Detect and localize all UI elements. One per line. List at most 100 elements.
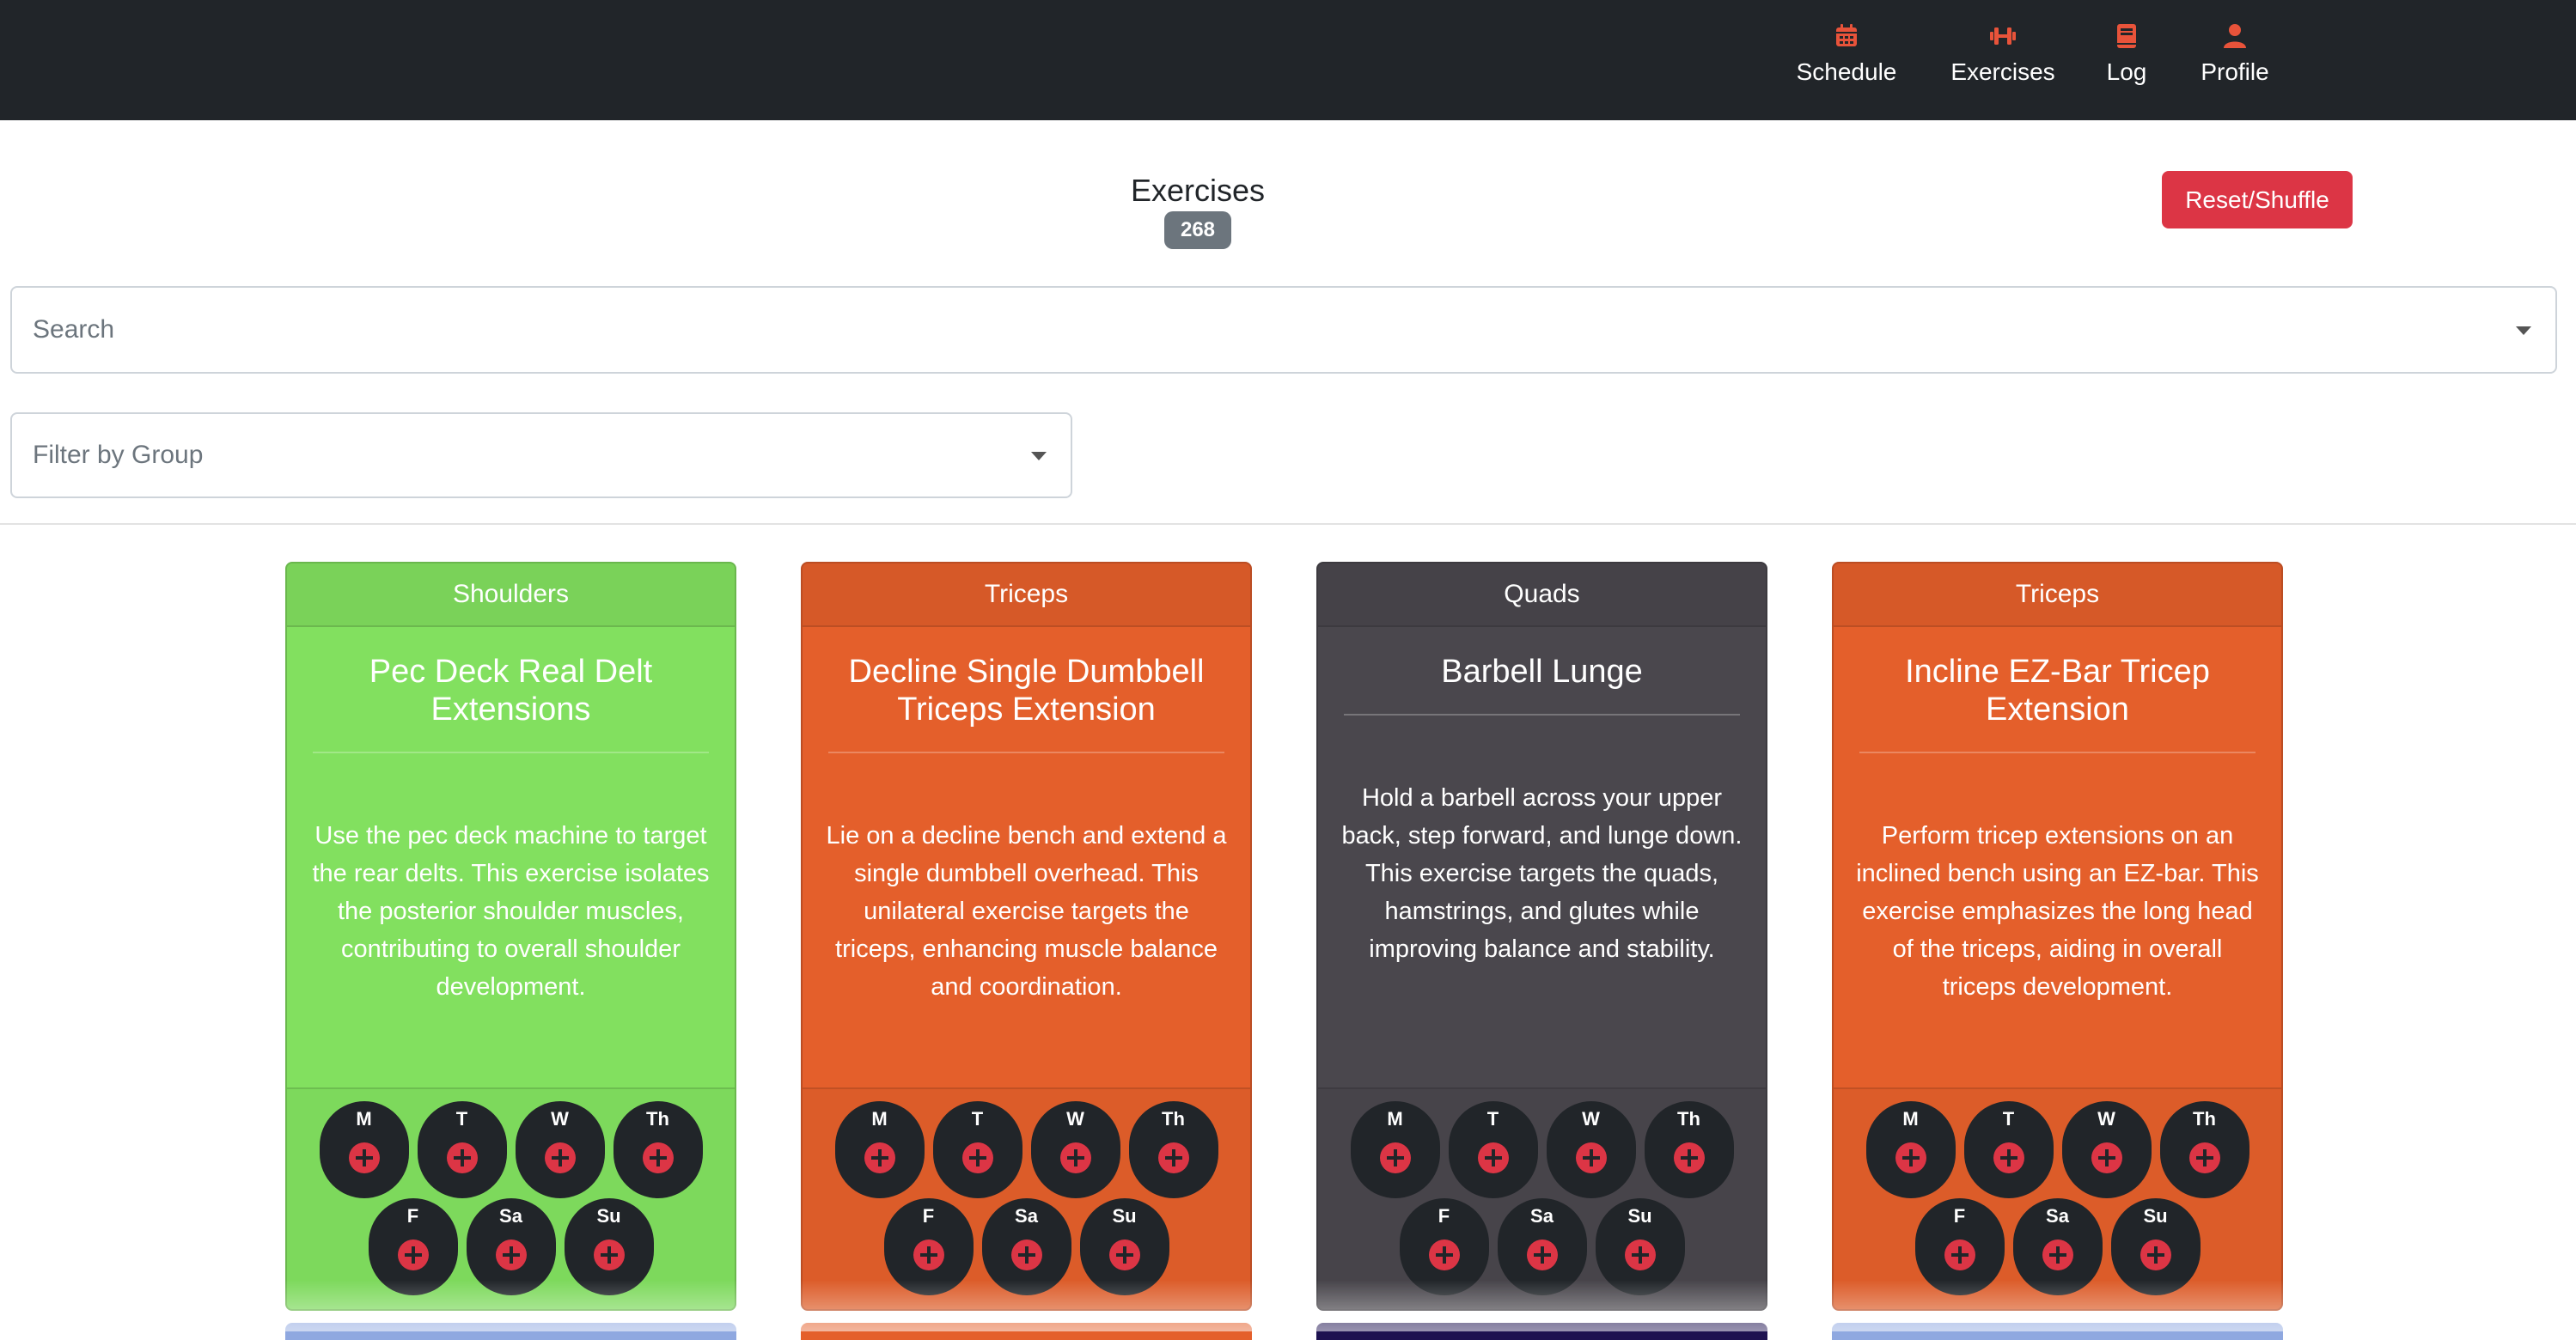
day-toggle[interactable]: Su [1595,1198,1685,1295]
day-label: Su [596,1205,621,1227]
plus-circle-icon[interactable] [1944,1240,1975,1270]
card-description: Perform tricep extensions on an inclined… [1856,822,2259,1001]
exercise-card[interactable]: Triceps Decline Single Dumbbell Triceps … [801,562,1252,1311]
plus-circle-icon[interactable] [864,1142,895,1173]
day-toggle[interactable]: W [515,1101,605,1198]
day-label: F [406,1205,419,1227]
plus-circle-icon[interactable] [1059,1142,1091,1173]
nav-profile-label: Profile [2201,58,2269,85]
user-icon [2224,24,2246,48]
day-toggle[interactable]: Sa [981,1198,1071,1295]
card-title-divider [1344,714,1740,716]
day-row: M T W Th [803,1101,1250,1198]
day-toggle[interactable]: Su [1079,1198,1169,1295]
exercise-card-next[interactable] [801,1323,1252,1340]
chevron-down-icon[interactable] [1031,452,1047,460]
card-group-label: Shoulders [287,563,735,627]
plus-circle-icon[interactable] [1108,1240,1140,1270]
day-label: F [922,1205,935,1227]
day-toggle[interactable]: W [2061,1101,2152,1198]
day-label: Su [2143,1205,2168,1227]
plus-circle-icon[interactable] [348,1142,380,1173]
day-label: M [1902,1108,1919,1130]
plus-circle-icon[interactable] [1157,1142,1189,1173]
day-toggle[interactable]: Th [1644,1101,1734,1198]
plus-circle-icon[interactable] [1428,1240,1460,1270]
day-toggle[interactable]: T [417,1101,507,1198]
exercise-card[interactable]: Triceps Incline EZ-Bar Tricep Extension … [1832,562,2283,1311]
plus-circle-icon[interactable] [1895,1142,1926,1173]
plus-circle-icon[interactable] [397,1240,429,1270]
plus-circle-icon[interactable] [961,1142,993,1173]
day-toggle[interactable]: Th [2159,1101,2249,1198]
plus-circle-icon[interactable] [642,1142,674,1173]
day-toggle[interactable]: Su [564,1198,654,1295]
card-description: Use the pec deck machine to target the r… [312,822,710,1001]
day-label: W [1582,1108,1600,1130]
day-toggle[interactable]: T [1448,1101,1538,1198]
plus-circle-icon[interactable] [1624,1240,1656,1270]
plus-circle-icon[interactable] [495,1240,527,1270]
card-day-selector: M T W Th F Sa Su [803,1087,1250,1309]
plus-circle-icon[interactable] [1993,1142,2024,1173]
exercise-card-next[interactable] [285,1323,736,1340]
day-toggle[interactable]: F [1914,1198,2005,1295]
card-description: Hold a barbell across your upper back, s… [1341,784,1743,963]
plus-circle-icon[interactable] [1526,1240,1558,1270]
plus-circle-icon[interactable] [544,1142,576,1173]
nav-exercises[interactable]: Exercises [1947,22,2059,100]
day-toggle[interactable]: F [883,1198,974,1295]
nav-schedule[interactable]: Schedule [1793,22,1900,100]
plus-circle-icon[interactable] [2042,1240,2073,1270]
day-toggle[interactable]: M [1865,1101,1956,1198]
day-toggle[interactable]: M [1350,1101,1440,1198]
plus-circle-icon[interactable] [1010,1240,1042,1270]
day-row: M T W Th [287,1101,735,1198]
day-toggle[interactable]: W [1030,1101,1120,1198]
day-label: W [551,1108,569,1130]
exercise-card-next[interactable] [1832,1323,2283,1340]
day-toggle[interactable]: M [319,1101,409,1198]
plus-circle-icon[interactable] [2140,1240,2171,1270]
nav-log[interactable]: Log [2102,22,2152,100]
reset-shuffle-button[interactable]: Reset/Shuffle [2162,171,2353,228]
day-toggle[interactable]: Su [2110,1198,2201,1295]
plus-circle-icon[interactable] [446,1142,478,1173]
nav-exercises-label: Exercises [1950,58,2055,85]
exercise-card-next[interactable] [1316,1323,1767,1340]
plus-circle-icon[interactable] [913,1240,944,1270]
day-label: M [871,1108,888,1130]
day-toggle[interactable]: Sa [2012,1198,2103,1295]
day-toggle[interactable]: T [1963,1101,2054,1198]
day-label: W [1066,1108,1084,1130]
search-select[interactable]: Search [10,286,2557,374]
day-toggle[interactable]: Th [613,1101,703,1198]
day-label: T [971,1108,984,1130]
day-toggle[interactable]: F [1399,1198,1489,1295]
day-toggle[interactable]: Sa [1497,1198,1587,1295]
exercise-card[interactable]: Shoulders Pec Deck Real Delt Extensions … [285,562,736,1311]
day-toggle[interactable]: W [1546,1101,1636,1198]
day-label: Sa [499,1205,522,1227]
plus-circle-icon[interactable] [1575,1142,1607,1173]
day-row: M T W Th [1834,1101,2281,1198]
plus-circle-icon[interactable] [2091,1142,2122,1173]
plus-circle-icon[interactable] [593,1240,625,1270]
day-toggle[interactable]: Th [1128,1101,1218,1198]
card-day-selector: M T W Th F Sa Su [287,1087,735,1309]
day-toggle[interactable]: Sa [466,1198,556,1295]
day-toggle[interactable]: F [368,1198,458,1295]
day-label: F [1438,1205,1450,1227]
plus-circle-icon[interactable] [1477,1142,1509,1173]
exercise-card[interactable]: Quads Barbell Lunge Hold a barbell acros… [1316,562,1767,1311]
nav-profile[interactable]: Profile [2195,22,2274,100]
plus-circle-icon[interactable] [2188,1142,2220,1173]
day-toggle[interactable]: M [834,1101,925,1198]
filter-by-group-select[interactable]: Filter by Group [10,412,1072,498]
search-placeholder: Search [33,315,115,344]
plus-circle-icon[interactable] [1379,1142,1411,1173]
day-toggle[interactable]: T [932,1101,1022,1198]
day-label: Th [1162,1108,1185,1130]
plus-circle-icon[interactable] [1673,1142,1705,1173]
chevron-down-icon[interactable] [2516,326,2531,335]
